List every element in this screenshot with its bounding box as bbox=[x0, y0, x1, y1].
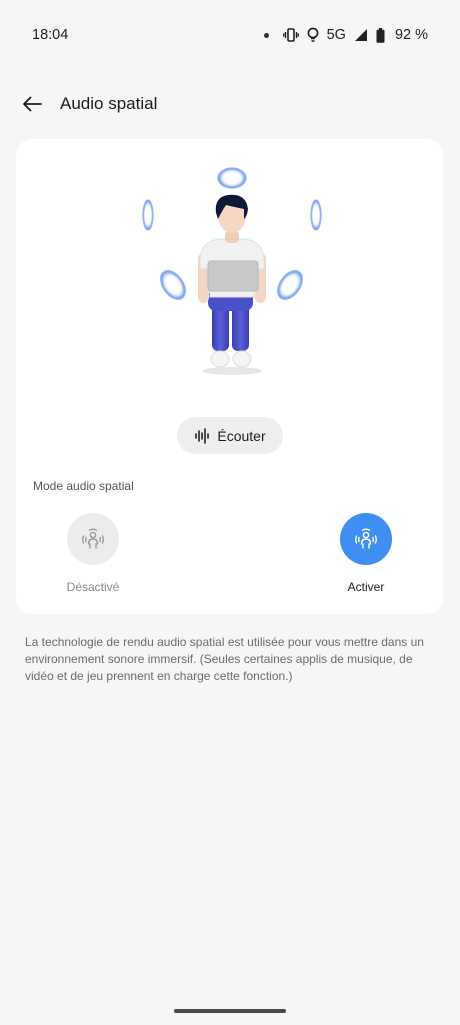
notification-dot-icon bbox=[263, 32, 269, 38]
lightbulb-icon bbox=[307, 27, 318, 42]
back-button[interactable] bbox=[10, 82, 54, 126]
mode-on-label: Activer bbox=[347, 580, 385, 594]
listen-button[interactable]: Écouter bbox=[177, 417, 283, 454]
mode-off-option[interactable]: Désactivé bbox=[43, 513, 143, 594]
battery-icon bbox=[376, 27, 385, 43]
spatial-audio-person-icon bbox=[82, 528, 104, 549]
page-title: Audio spatial bbox=[60, 94, 158, 113]
feature-description: La technologie de rendu audio spatial es… bbox=[25, 635, 424, 683]
mode-off-label: Désactivé bbox=[66, 580, 120, 594]
mode-off-button[interactable] bbox=[67, 513, 119, 565]
spatial-audio-card: Écouter Mode audio spatial Désactivé Act… bbox=[16, 139, 443, 614]
status-bar: 18:04 5G 92 % bbox=[0, 0, 460, 70]
signal-icon bbox=[354, 29, 367, 41]
listen-button-label: Écouter bbox=[217, 427, 266, 444]
network-type: 5G bbox=[326, 27, 346, 43]
gesture-nav-handle[interactable] bbox=[174, 1009, 286, 1013]
status-icons: 5G 92 % bbox=[263, 27, 428, 43]
status-time: 18:04 bbox=[32, 27, 69, 43]
battery-percent: 92 % bbox=[394, 27, 428, 43]
vibrate-icon bbox=[282, 28, 299, 42]
app-header: Audio spatial bbox=[0, 82, 460, 126]
mode-on-option[interactable]: Activer bbox=[316, 513, 416, 594]
waveform-icon bbox=[195, 427, 210, 444]
spatial-audio-illustration bbox=[142, 167, 322, 375]
spatial-audio-person-icon bbox=[355, 528, 377, 549]
mode-on-button[interactable] bbox=[340, 513, 392, 565]
arrow-left-icon bbox=[23, 96, 42, 112]
mode-section-label: Mode audio spatial bbox=[33, 479, 134, 493]
